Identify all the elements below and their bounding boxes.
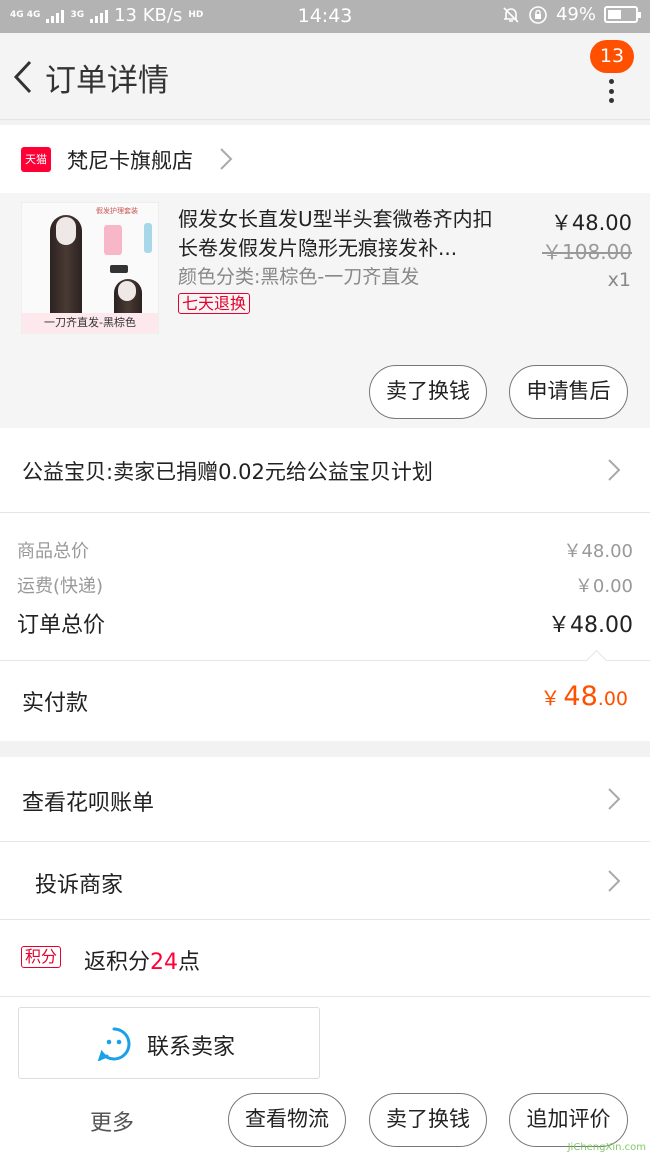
message-count-badge: 13: [590, 40, 634, 73]
points-text: 返积分24点: [84, 950, 201, 975]
price-summary: 商品总价 ￥48.00 运费(快递) ￥0.00 订单总价 ￥48.00: [0, 513, 650, 661]
goods-total-label: 商品总价: [17, 541, 89, 562]
rotation-lock-icon: [529, 5, 547, 24]
order-total-label: 订单总价: [17, 613, 106, 638]
goods-total-value: ￥48.00: [563, 541, 633, 562]
accessory-kit-label: 假发护理套装: [96, 207, 138, 215]
chevron-right-icon: [608, 870, 621, 892]
view-logistics-button[interactable]: 查看物流: [228, 1093, 346, 1147]
return-policy-badge: 七天退换: [178, 293, 251, 314]
shipping-value: ￥0.00: [574, 576, 633, 597]
product-card[interactable]: 假发护理套装 一刀齐直发-黑棕色 假发女长直发U型半头套微卷齐内扣长卷发假发片隐…: [0, 193, 650, 428]
watermark: JiChengXin.com: [567, 1142, 646, 1153]
product-variant: 颜色分类:黑棕色-一刀齐直发: [178, 266, 420, 288]
shipping-row: 运费(快递) ￥0.00: [17, 572, 633, 598]
original-price: ￥108.00: [542, 240, 632, 264]
complain-seller-row[interactable]: 投诉商家: [0, 842, 650, 920]
product-image-caption: 一刀齐直发-黑棕色: [22, 313, 158, 333]
battery-percent: 49%: [555, 4, 596, 25]
resell-button-bottom[interactable]: 卖了换钱: [369, 1093, 487, 1147]
store-header[interactable]: 天猫 梵尼卡旗舰店: [0, 125, 650, 193]
battery-icon: [604, 6, 641, 23]
points-value: 24: [150, 950, 179, 975]
points-badge: 积分: [21, 946, 62, 968]
bottom-action-bar: 更多 查看物流 卖了换钱 追加评价 JiChengXin.com: [0, 1081, 650, 1155]
huabei-bill-label: 查看花呗账单: [22, 791, 155, 816]
amount-paid-row: 实付款 ￥ 48.00: [0, 661, 650, 741]
product-title[interactable]: 假发女长直发U型半头套微卷齐内扣长卷发假发片隐形无痕接发补...: [178, 205, 503, 263]
amount-paid-label: 实付款: [22, 691, 89, 716]
store-name: 梵尼卡旗舰店: [67, 149, 193, 173]
order-total-row: 订单总价 ￥48.00: [17, 607, 633, 639]
tmall-logo-icon: 天猫: [21, 147, 51, 172]
chat-smiley-icon: [97, 1027, 131, 1061]
chevron-right-icon: [608, 459, 621, 481]
contact-seller-button[interactable]: 联系卖家: [18, 1007, 320, 1079]
chevron-right-icon: [220, 148, 233, 170]
resell-button[interactable]: 卖了换钱: [369, 365, 487, 419]
product-image: 假发护理套装 一刀齐直发-黑棕色: [21, 202, 159, 334]
contact-section: 联系卖家: [0, 997, 650, 1081]
product-quantity: x1: [607, 269, 631, 291]
shipping-label: 运费(快递): [17, 576, 104, 597]
back-arrow-icon[interactable]: [8, 59, 38, 95]
contact-seller-label: 联系卖家: [147, 1035, 236, 1060]
page-title: 订单详情: [45, 63, 169, 99]
more-menu-icon[interactable]: [608, 79, 614, 103]
points-row: 积分 返积分24点: [0, 920, 650, 997]
order-total-value: ￥48.00: [548, 613, 633, 638]
status-bar: 4G 4G 3G 13 KB/s HD 14:43 49%: [0, 0, 650, 33]
add-review-button[interactable]: 追加评价: [509, 1093, 628, 1147]
charity-row[interactable]: 公益宝贝:卖家已捐赠0.02元给公益宝贝计划: [0, 428, 650, 513]
nav-bar: 订单详情 13: [0, 33, 650, 120]
after-sale-button[interactable]: 申请售后: [509, 365, 628, 419]
charity-text: 公益宝贝:卖家已捐赠0.02元给公益宝贝计划: [22, 460, 433, 484]
mute-bell-icon: [503, 6, 519, 23]
complain-seller-label: 投诉商家: [35, 873, 124, 898]
goods-total-row: 商品总价 ￥48.00: [17, 537, 633, 563]
product-price: ￥48.00: [550, 211, 632, 235]
huabei-bill-row[interactable]: 查看花呗账单: [0, 757, 650, 842]
more-actions-button[interactable]: 更多: [90, 1105, 134, 1137]
amount-paid-value: ￥ 48.00: [540, 681, 628, 712]
chevron-right-icon: [608, 788, 621, 810]
